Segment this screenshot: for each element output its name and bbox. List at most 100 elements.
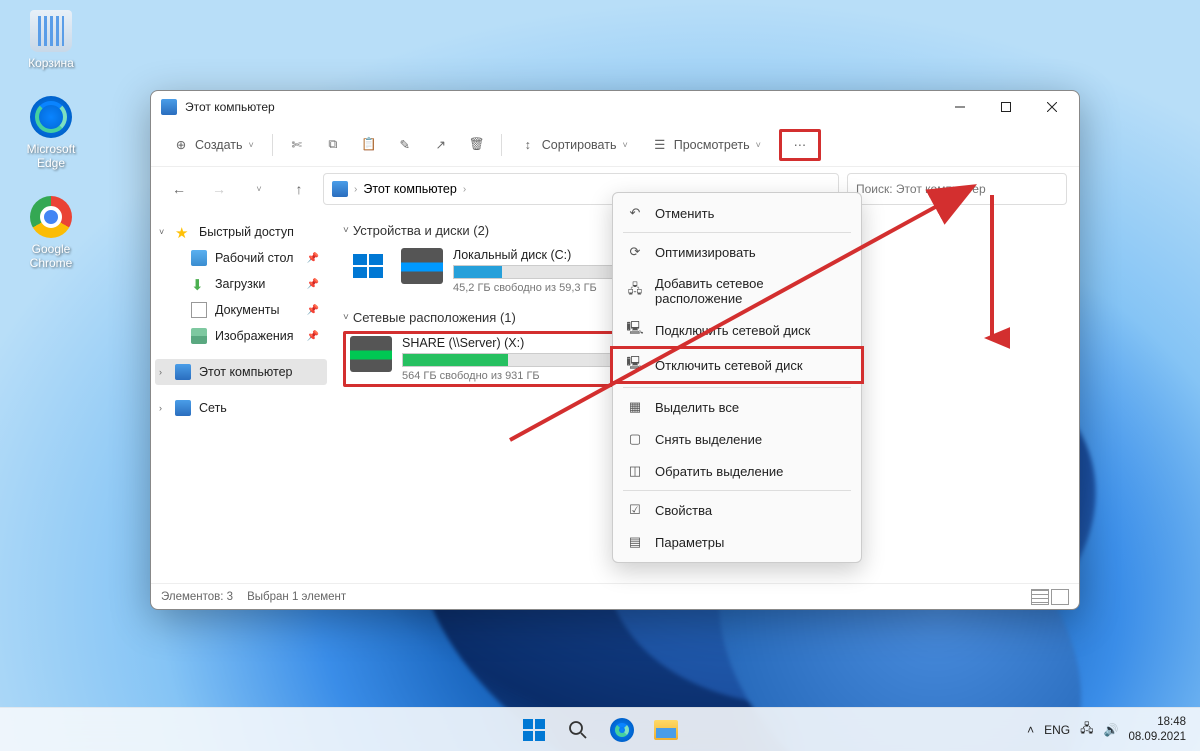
share-button[interactable]: ↗ <box>425 131 457 159</box>
back-button[interactable]: ← <box>163 173 195 205</box>
paste-button[interactable]: 📋 <box>353 131 385 159</box>
tray-chevron-icon[interactable]: ˄ <box>1027 723 1034 737</box>
menu-label: Снять выделение <box>655 432 762 447</box>
search-input[interactable] <box>847 173 1067 205</box>
clock-time: 18:48 <box>1128 715 1186 730</box>
tray-clock[interactable]: 18:48 08.09.2021 <box>1128 715 1186 745</box>
options-icon: ▤ <box>627 534 643 550</box>
optimize-icon: ⟳ <box>627 244 643 260</box>
sidebar-label: Изображения <box>215 329 294 343</box>
menu-label: Параметры <box>655 535 724 550</box>
close-button[interactable] <box>1029 92 1075 122</box>
sort-button[interactable]: ↕ Сортировать ˅ <box>510 131 638 159</box>
up-folder-button[interactable]: ↑ <box>283 173 315 205</box>
deselect-icon: ▢ <box>627 431 643 447</box>
download-icon: ⬇ <box>191 276 207 292</box>
desktop-icon <box>191 250 207 266</box>
desktop-icon-edge[interactable]: Microsoft Edge <box>16 96 86 170</box>
tray-language[interactable]: ENG <box>1044 723 1070 737</box>
tray-network-icon[interactable]: 🖧 <box>1080 719 1093 740</box>
menu-options[interactable]: ▤ Параметры <box>613 526 861 558</box>
taskbar: ˄ ENG 🖧 🔊 18:48 08.09.2021 <box>0 707 1200 751</box>
properties-icon: ☑ <box>627 502 643 518</box>
scissors-icon: ✄ <box>289 137 305 153</box>
minimize-button[interactable] <box>937 92 983 122</box>
menu-label: Выделить все <box>655 400 739 415</box>
sidebar-item-downloads[interactable]: ⬇ Загрузки 📌 <box>155 271 327 297</box>
view-list-button[interactable] <box>1031 589 1049 605</box>
more-menu: ↶ Отменить ⟳ Оптимизировать 🖧 Добавить с… <box>612 192 862 563</box>
view-button[interactable]: ☰ Просмотреть ˅ <box>642 131 771 159</box>
sidebar: ˅ ★ Быстрый доступ Рабочий стол 📌 ⬇ Загр… <box>151 211 331 583</box>
tray-volume-icon[interactable]: 🔊 <box>1103 723 1118 737</box>
sidebar-item-desktop[interactable]: Рабочий стол 📌 <box>155 245 327 271</box>
sort-icon: ↕ <box>520 137 536 153</box>
window-title: Этот компьютер <box>185 100 275 114</box>
up-button[interactable]: ˅ <box>243 173 275 205</box>
menu-label: Отключить сетевой диск <box>655 358 803 373</box>
desktop-icon-recycle-bin[interactable]: Корзина <box>16 10 86 70</box>
edge-icon <box>30 96 72 138</box>
status-selected: Выбран 1 элемент <box>247 591 346 603</box>
forward-button[interactable]: → <box>203 173 235 205</box>
paste-icon: 📋 <box>361 137 377 153</box>
more-button[interactable]: ⋯ <box>779 129 821 161</box>
network-icon <box>175 400 191 416</box>
pin-icon: 📌 <box>307 305 319 316</box>
plus-circle-icon: ⊕ <box>173 137 189 153</box>
view-icon: ☰ <box>652 137 668 153</box>
hdd-icon <box>401 248 443 284</box>
menu-optimize[interactable]: ⟳ Оптимизировать <box>613 236 861 268</box>
drive-windows[interactable] <box>343 244 393 298</box>
pin-icon: 📌 <box>307 253 319 264</box>
taskbar-edge[interactable] <box>602 710 642 750</box>
copy-button[interactable]: ⧉ <box>317 131 349 159</box>
recycle-bin-icon <box>30 10 72 52</box>
taskbar-search[interactable] <box>558 710 598 750</box>
delete-button[interactable]: 🗑 <box>461 131 493 159</box>
titlebar[interactable]: Этот компьютер <box>151 91 1079 123</box>
share-icon: ↗ <box>433 137 449 153</box>
undo-icon: ↶ <box>627 205 643 221</box>
copy-icon: ⧉ <box>325 137 341 153</box>
star-icon: ★ <box>175 224 191 240</box>
maximize-button[interactable] <box>983 92 1029 122</box>
breadcrumb[interactable]: Этот компьютер <box>363 182 456 196</box>
group-label: Устройства и диски (2) <box>353 223 489 238</box>
folder-icon <box>654 720 678 740</box>
menu-map-network-drive[interactable]: 🖳 Подключить сетевой диск <box>613 314 861 346</box>
desktop-icon-label: Google Chrome <box>16 242 86 270</box>
menu-disconnect-network-drive[interactable]: 🖳 Отключить сетевой диск <box>610 346 864 384</box>
cut-button[interactable]: ✄ <box>281 131 313 159</box>
menu-label: Свойства <box>655 503 712 518</box>
start-button[interactable] <box>514 710 554 750</box>
sidebar-item-pictures[interactable]: Изображения 📌 <box>155 323 327 349</box>
desktop-icon-label: Microsoft Edge <box>16 142 86 170</box>
menu-select-all[interactable]: ▦ Выделить все <box>613 391 861 423</box>
menu-invert-selection[interactable]: ◫ Обратить выделение <box>613 455 861 487</box>
search-icon <box>568 720 588 740</box>
more-icon: ⋯ <box>792 137 808 153</box>
sidebar-label: Сеть <box>199 401 227 415</box>
sidebar-item-documents[interactable]: Документы 📌 <box>155 297 327 323</box>
rename-button[interactable]: ✎ <box>389 131 421 159</box>
statusbar: Элементов: 3 Выбран 1 элемент <box>151 583 1079 609</box>
menu-label: Обратить выделение <box>655 464 783 479</box>
desktop-icon-chrome[interactable]: Google Chrome <box>16 196 86 270</box>
taskbar-explorer[interactable] <box>646 710 686 750</box>
menu-undo[interactable]: ↶ Отменить <box>613 197 861 229</box>
sidebar-item-network[interactable]: › Сеть <box>155 395 327 421</box>
menu-properties[interactable]: ☑ Свойства <box>613 494 861 526</box>
create-button[interactable]: ⊕ Создать ˅ <box>163 131 264 159</box>
pc-icon <box>332 181 348 197</box>
toolbar: ⊕ Создать ˅ ✄ ⧉ 📋 ✎ ↗ 🗑 ↕ Сортировать ˅ … <box>151 123 1079 167</box>
view-grid-button[interactable] <box>1051 589 1069 605</box>
sidebar-item-this-pc[interactable]: › Этот компьютер <box>155 359 327 385</box>
pin-icon: 📌 <box>307 279 319 290</box>
app-icon <box>161 99 177 115</box>
trash-icon: 🗑 <box>469 137 485 153</box>
menu-deselect[interactable]: ▢ Снять выделение <box>613 423 861 455</box>
menu-add-network-location[interactable]: 🖧 Добавить сетевое расположение <box>613 268 861 314</box>
sidebar-item-quick-access[interactable]: ˅ ★ Быстрый доступ <box>155 219 327 245</box>
document-icon <box>191 302 207 318</box>
